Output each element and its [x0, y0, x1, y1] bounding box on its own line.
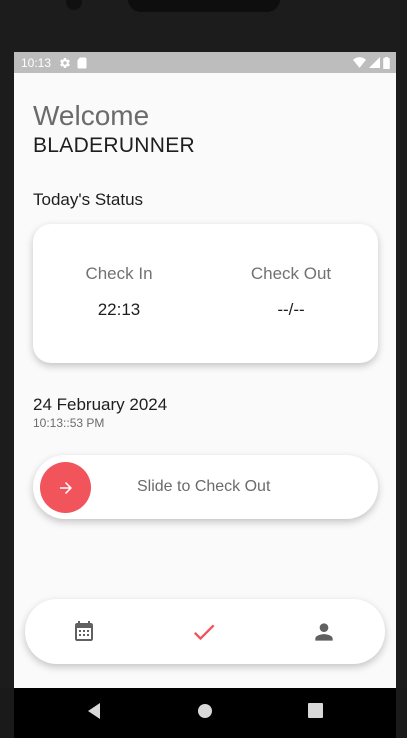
nav-calendar-button[interactable] — [69, 617, 99, 647]
status-time: 10:13 — [21, 55, 52, 70]
front-camera — [66, 0, 82, 10]
username-label: BLADERUNNER — [33, 134, 195, 157]
system-navigation-bar — [14, 688, 396, 738]
battery-icon — [383, 56, 390, 69]
device-bezel-right — [396, 52, 407, 688]
recents-icon[interactable] — [308, 703, 323, 723]
todays-status-heading: Today's Status — [33, 190, 144, 209]
check-icon — [193, 624, 215, 641]
slide-to-check-out[interactable]: Slide to Check Out — [33, 455, 378, 519]
back-icon[interactable] — [86, 701, 102, 726]
wifi-icon — [353, 57, 366, 68]
home-icon[interactable] — [197, 703, 213, 724]
check-in-label: Check In — [85, 264, 153, 283]
device-bezel-top — [0, 0, 407, 52]
gear-icon — [59, 57, 71, 69]
nav-profile-button[interactable] — [309, 617, 339, 647]
person-icon — [315, 623, 333, 641]
check-in-column: Check In 22:13 — [33, 264, 205, 320]
slider-label: Slide to Check Out — [137, 478, 271, 495]
status-card: Check In 22:13 Check Out --/-- — [33, 224, 378, 363]
sd-card-icon — [77, 57, 87, 69]
current-time: 10:13::53 PM — [33, 416, 105, 430]
calendar-icon — [75, 621, 93, 641]
app-screen: 10:13 Welcome BLADERUNNER Today's Status… — [14, 52, 396, 688]
device-bezel-left — [0, 52, 14, 688]
arrow-right-icon — [59, 481, 72, 494]
check-out-value: --/-- — [277, 300, 305, 319]
check-out-column: Check Out --/-- — [205, 264, 377, 320]
earpiece-speaker — [128, 0, 280, 12]
check-in-value: 22:13 — [97, 300, 141, 319]
status-right-icons — [353, 56, 390, 69]
current-date: 24 February 2024 — [33, 395, 168, 414]
nav-check-button[interactable] — [189, 617, 219, 647]
welcome-heading: Welcome — [33, 100, 150, 131]
bottom-navigation — [25, 599, 385, 664]
status-bar: 10:13 — [14, 52, 396, 73]
signal-icon — [369, 57, 380, 68]
slider-knob[interactable] — [40, 462, 91, 513]
check-out-label: Check Out — [250, 264, 332, 283]
